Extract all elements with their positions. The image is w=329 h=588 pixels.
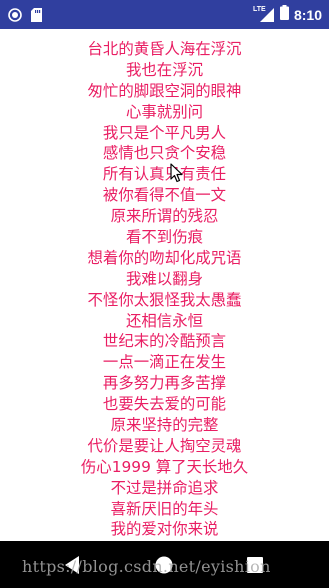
sd-card-icon [31, 7, 42, 26]
lyric-line: 伤心1999 算了天长地久 [80, 457, 249, 476]
lyric-line: 我难以翻身 [126, 269, 203, 288]
lyric-line: 我只是个平凡男人 [102, 123, 227, 142]
lyric-line: 被你看得不值一文 [102, 186, 227, 205]
lyric-line: 匆忙的脚跟空洞的眼神 [87, 81, 242, 100]
lyric-line: 世纪末的冷酷预言 [102, 332, 227, 351]
lyric-line: 也要失去爱的可能 [102, 395, 227, 414]
lyric-line: 喜新厌旧的年头 [110, 499, 219, 518]
status-bar-notifications [8, 7, 42, 26]
status-time: 8:10 [293, 6, 322, 23]
lyric-line: 台北的黄昏人海在浮沉 [87, 40, 242, 58]
lyrics-list: 台北的黄昏人海在浮沉 我也在浮沉匆忙的脚跟空洞的眼神 心事就别问我只是个平凡男人 感情… [0, 29, 329, 540]
notification-circle-icon [8, 7, 22, 26]
status-bar: LTE 8:10 [0, 0, 329, 29]
watermark-url: https://blog.csdn.net/eyishion [22, 557, 271, 576]
lyric-line: 我也在浮沉 [126, 60, 203, 79]
status-bar-system: LTE 8:10 [253, 0, 322, 29]
lyrics-view[interactable]: 台北的黄昏人海在浮沉 我也在浮沉匆忙的脚跟空洞的眼神 心事就别问我只是个平凡男人 感情… [0, 29, 329, 541]
lyric-line: 我的爱对你来说 [110, 520, 219, 539]
lyric-line: 代价是要让人掏空灵魂 [87, 436, 242, 455]
lyric-line: 不怪你太狠怪我太愚蠢 [87, 290, 242, 309]
phone-screen: LTE 8:10 台北的黄昏人海在浮沉 我也在浮沉匆忙的脚跟空洞的眼神 心事就别问我… [0, 0, 329, 588]
lyric-line: 还相信永恒 [126, 311, 203, 330]
lyric-line: 再多努力再多苦撑 [102, 374, 227, 393]
lyric-line: 一点一滴正在发生 [102, 353, 227, 372]
lyric-line: 原来坚持的完整 [110, 416, 219, 435]
lyric-line: 不过是拼命追求 [110, 478, 219, 497]
lyric-line: 看不到伤痕 [126, 228, 203, 247]
signal-lte-icon: LTE [253, 6, 275, 23]
lyric-line: 心事就别问 [126, 102, 203, 121]
battery-icon [279, 5, 289, 24]
lyric-line: 原来所谓的残忍 [110, 207, 219, 226]
lyric-line: 想着你的吻却化成咒语 [87, 248, 242, 267]
lyric-line: 所有认真只有责任 [102, 165, 227, 184]
lyric-line: 感情也只贪个安稳 [102, 144, 227, 163]
mouse-cursor-icon [170, 163, 184, 187]
